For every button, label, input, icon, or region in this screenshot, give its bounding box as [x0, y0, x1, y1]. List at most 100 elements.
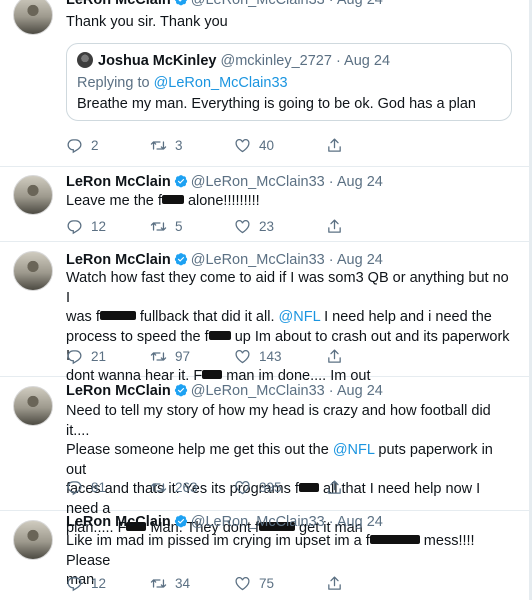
reply-count: 21	[91, 349, 107, 364]
tweet-thread: LeRon McClain @LeRon_McClain33 · Aug 24 T…	[0, 0, 529, 600]
avatar[interactable]	[13, 251, 53, 291]
like-count: 75	[259, 576, 275, 591]
reply-count: 2	[91, 138, 99, 153]
verified-icon	[174, 174, 188, 188]
share-icon	[326, 137, 343, 154]
share-icon	[326, 575, 343, 592]
tweet[interactable]: LeRon McClain @LeRon_McClain33 · Aug 24 L…	[0, 511, 529, 600]
like-button[interactable]: 75	[234, 574, 274, 594]
text-line: Watch how fast they come to aid if I was…	[66, 270, 513, 306]
avatar[interactable]	[13, 386, 53, 426]
author-handle[interactable]: @LeRon_McClain33	[191, 383, 325, 399]
text-segment: Please someone help me get this out the	[66, 442, 333, 458]
reply-icon	[66, 137, 83, 154]
separator: ·	[335, 53, 341, 69]
tweet[interactable]: LeRon McClain @LeRon_McClain33 · Aug 24 T…	[0, 0, 529, 167]
tweet-actions: 21 97 143	[66, 347, 366, 367]
author-name[interactable]: LeRon McClain	[66, 252, 171, 268]
quoted-tweet[interactable]: Joshua McKinley @mckinley_2727 · Aug 24 …	[66, 43, 512, 121]
tweet-header: LeRon McClain @LeRon_McClain33 · Aug 24	[66, 0, 383, 10]
reply-count: 81	[91, 480, 107, 495]
like-icon	[234, 218, 251, 235]
like-button[interactable]: 23	[234, 217, 274, 237]
tweet-date[interactable]: Aug 24	[337, 174, 383, 190]
verified-icon	[174, 383, 188, 397]
author-handle[interactable]: @LeRon_McClain33	[191, 514, 325, 530]
avatar[interactable]	[13, 0, 53, 35]
retweet-count: 3	[175, 138, 183, 153]
separator: ·	[328, 383, 334, 399]
redaction-bar	[208, 330, 231, 340]
retweet-button[interactable]: 263	[150, 478, 198, 498]
retweet-button[interactable]: 3	[150, 136, 183, 156]
share-button[interactable]	[326, 347, 351, 367]
quote-author-name: Joshua McKinley	[98, 53, 217, 69]
mention-link[interactable]: @NFL	[333, 442, 375, 458]
tweet-header: LeRon McClain @LeRon_McClain33 · Aug 24	[66, 381, 383, 401]
tweet-date[interactable]: Aug 24	[337, 252, 383, 268]
tweet[interactable]: LeRon McClain @LeRon_McClain33 · Aug 24 W…	[0, 242, 529, 384]
text-segment: process to speed the f	[66, 328, 209, 345]
tweet-header: LeRon McClain @LeRon_McClain33 · Aug 24	[66, 512, 383, 532]
mention-link[interactable]: @NFL	[279, 309, 321, 325]
like-button[interactable]: 143	[234, 347, 282, 367]
replying-to-handle[interactable]: @LeRon_McClain33	[154, 75, 288, 91]
reply-icon	[66, 575, 83, 592]
retweet-button[interactable]: 97	[150, 347, 190, 367]
redaction-bar	[369, 535, 420, 544]
like-icon	[234, 137, 251, 154]
author-handle[interactable]: @LeRon_McClain33	[191, 252, 325, 268]
like-button[interactable]: 395	[234, 478, 282, 498]
share-icon	[326, 218, 343, 235]
share-button[interactable]	[326, 478, 351, 498]
tweet[interactable]: LeRon McClain @LeRon_McClain33 · Aug 24 N…	[0, 377, 529, 536]
tweet-text: Thank you sir. Thank you	[66, 14, 228, 30]
author-handle[interactable]: @LeRon_McClain33	[191, 0, 325, 8]
replying-to-prefix: Replying to	[77, 75, 154, 91]
redaction-bar	[99, 311, 136, 320]
retweet-button[interactable]: 5	[150, 217, 183, 237]
share-button[interactable]	[326, 217, 351, 237]
author-name[interactable]: LeRon McClain	[66, 0, 171, 8]
quote-header: Joshua McKinley @mckinley_2727 · Aug 24	[77, 52, 390, 69]
separator: ·	[328, 252, 334, 268]
like-button[interactable]: 40	[234, 136, 274, 156]
replying-to: Replying to @LeRon_McClain33	[77, 75, 288, 91]
tweet-text: Watch how fast they come to aid if I was…	[66, 269, 510, 386]
avatar[interactable]	[13, 520, 53, 560]
retweet-icon	[150, 348, 167, 365]
reply-button[interactable]: 12	[66, 574, 106, 594]
share-button[interactable]	[326, 574, 351, 594]
tweet-actions: 12 5 23	[66, 217, 366, 237]
tweet-header: LeRon McClain @LeRon_McClain33 · Aug 24	[66, 172, 383, 192]
like-count: 395	[259, 480, 282, 495]
tweet-actions: 81 263 395	[66, 478, 366, 498]
reply-count: 12	[91, 219, 107, 234]
retweet-count: 97	[175, 349, 191, 364]
author-name[interactable]: LeRon McClain	[66, 514, 171, 530]
retweet-count: 34	[175, 576, 191, 591]
retweet-count: 5	[175, 219, 183, 234]
author-handle[interactable]: @LeRon_McClain33	[191, 174, 325, 190]
reply-button[interactable]: 21	[66, 347, 106, 367]
tweet-date[interactable]: Aug 24	[337, 514, 383, 530]
retweet-button[interactable]: 34	[150, 574, 190, 594]
tweet-date[interactable]: Aug 24	[337, 0, 383, 8]
author-name[interactable]: LeRon McClain	[66, 383, 171, 399]
author-name[interactable]: LeRon McClain	[66, 174, 171, 190]
like-count: 143	[259, 349, 282, 364]
like-icon	[234, 575, 251, 592]
avatar[interactable]	[13, 175, 53, 215]
retweet-count: 263	[175, 480, 198, 495]
share-button[interactable]	[326, 136, 351, 156]
tweet-date[interactable]: Aug 24	[337, 383, 383, 399]
reply-button[interactable]: 2	[66, 136, 99, 156]
reply-button[interactable]: 81	[66, 478, 106, 498]
reply-button[interactable]: 12	[66, 217, 106, 237]
tweet[interactable]: LeRon McClain @LeRon_McClain33 · Aug 24 L…	[0, 166, 529, 242]
verified-icon	[174, 0, 188, 6]
reply-icon	[66, 218, 83, 235]
share-icon	[326, 348, 343, 365]
text-segment: was f	[66, 309, 100, 325]
quote-date: Aug 24	[344, 53, 391, 69]
